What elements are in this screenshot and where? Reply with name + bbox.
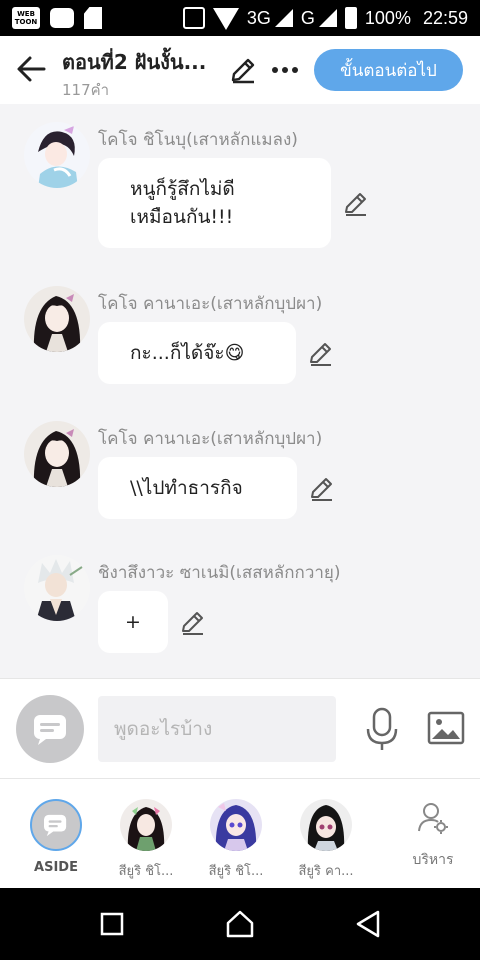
recent-apps-icon[interactable] <box>96 908 128 940</box>
next-step-button[interactable]: ขั้นตอนต่อไป <box>314 49 463 91</box>
sd-card-icon <box>84 7 102 29</box>
home-icon[interactable] <box>224 908 256 940</box>
manage-characters-button[interactable]: บริหาร <box>398 801 468 871</box>
episode-title[interactable]: ตอนที่2 ฝันงั้น... <box>62 46 206 78</box>
back-triangle-icon[interactable] <box>352 908 384 940</box>
signal-icon-secondary <box>318 9 337 27</box>
aside-toggle-button[interactable] <box>16 695 84 763</box>
character-item[interactable]: สียูริ ชิโ... <box>196 799 276 881</box>
manage-users-icon <box>418 803 448 834</box>
sender-name: โคโจ คานาเอะ(เสาหลักบุปผา) <box>98 429 323 449</box>
message-input[interactable] <box>98 696 336 762</box>
edit-message-pencil-icon[interactable] <box>307 340 335 368</box>
message-bubble[interactable]: + <box>98 591 168 653</box>
battery-icon <box>344 7 357 29</box>
message-composer <box>0 678 480 778</box>
back-arrow-icon[interactable] <box>14 52 48 86</box>
avatar <box>210 799 262 851</box>
message-text-line: หนูก็รู้สึกไม่ดี <box>130 178 235 200</box>
avatar <box>30 799 82 851</box>
sender-name: ชิงาสึงาวะ ซาเนมิ(เสสหลักกวายุ) <box>98 563 341 583</box>
edit-message-pencil-icon[interactable] <box>342 190 370 218</box>
message-bubble[interactable]: \\ไปทำธารกิจ <box>98 457 297 519</box>
character-label: สียูริ ชิโ... <box>118 864 174 879</box>
avatar <box>300 799 352 851</box>
avatar[interactable] <box>24 421 90 487</box>
image-upload-icon[interactable] <box>427 709 465 747</box>
character-item[interactable]: สียูริ คา... <box>286 799 366 881</box>
vibrate-icon <box>182 7 205 29</box>
network-type-g: G <box>300 7 315 28</box>
network-type-3g: 3G <box>246 7 271 28</box>
android-nav-bar <box>0 888 480 960</box>
wifi-icon <box>212 8 239 30</box>
webtoon-app-icon: WEB TOON <box>12 7 40 29</box>
status-bar: WEB TOON 3G G 100% 22:59 <box>0 0 480 36</box>
header: ตอนที่2 ฝันงั้น... 117คำ ขั้นตอนต่อไป <box>0 36 480 104</box>
avatar <box>120 799 172 851</box>
aside-chat-icon <box>44 814 67 837</box>
avatar[interactable] <box>24 122 90 188</box>
message-text-line: \\ไปทำธารกิจ <box>130 477 243 499</box>
battery-percent: 100% <box>364 7 411 28</box>
word-count: 117คำ <box>62 81 110 99</box>
message-text-line: กะ...ก็ได้จ๊ะ😋 <box>130 342 245 364</box>
character-aside[interactable]: ASIDE <box>16 799 96 875</box>
avatar[interactable] <box>24 555 90 621</box>
sender-name: โคโจ ชิโนบุ(เสาหลักแมลง) <box>98 130 298 150</box>
character-label: สียูริ ชิโ... <box>208 864 264 879</box>
avatar[interactable] <box>24 286 90 352</box>
message-bubble[interactable]: กะ...ก็ได้จ๊ะ😋 <box>98 322 296 384</box>
clock: 22:59 <box>422 7 468 28</box>
character-bar: ASIDE สียูริ ชิโ... สียูริ ชิโ... สียูริ… <box>0 778 480 888</box>
aside-chat-icon <box>34 715 66 745</box>
signal-icon <box>274 9 293 27</box>
character-item[interactable]: สียูริ ชิโ... <box>106 799 186 881</box>
character-label: ASIDE <box>34 860 78 875</box>
more-options-icon[interactable] <box>270 56 300 84</box>
microphone-icon[interactable] <box>364 707 400 753</box>
edit-title-pencil-icon[interactable] <box>229 56 257 84</box>
message-text-line: เหมือนกัน!!! <box>130 206 234 228</box>
message-bubble[interactable]: หนูก็รู้สึกไม่ดี เหมือนกัน!!! <box>98 158 331 248</box>
edit-message-pencil-icon[interactable] <box>179 609 207 637</box>
chat-area[interactable]: โคโจ ชิโนบุ(เสาหลักแมลง) หนูก็รู้สึกไม่ด… <box>0 104 480 678</box>
character-label: สียูริ คา... <box>298 864 354 879</box>
chat-notification-icon <box>50 8 74 28</box>
message-text-line: + <box>125 611 141 633</box>
edit-message-pencil-icon[interactable] <box>308 475 336 503</box>
manage-label: บริหาร <box>412 852 454 868</box>
sender-name: โคโจ คานาเอะ(เสาหลักบุปผา) <box>98 294 323 314</box>
